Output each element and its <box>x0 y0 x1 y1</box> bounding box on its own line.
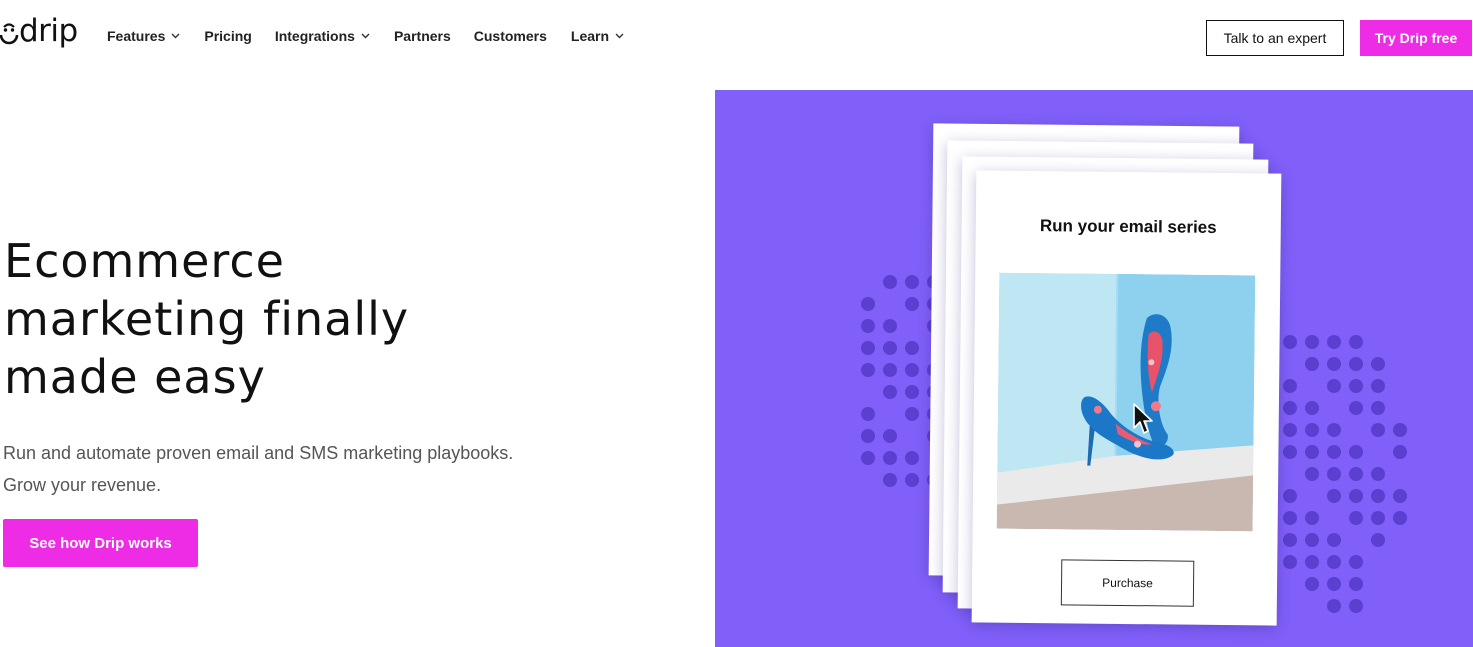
high-heel-shoes-image <box>996 272 1256 532</box>
try-drip-free-button[interactable]: Try Drip free <box>1360 20 1472 56</box>
nav-pricing-label: Pricing <box>204 28 252 44</box>
purchase-button[interactable]: Purchase <box>1060 559 1195 607</box>
nav-customers-label: Customers <box>473 28 547 44</box>
nav-partners-label: Partners <box>393 28 451 44</box>
hero-subtitle-line-2: Grow your revenue. <box>3 475 162 495</box>
nav-pricing[interactable]: Pricing <box>204 28 251 44</box>
hero-heading-line-1: Ecommerce <box>4 234 285 288</box>
see-how-drip-works-button[interactable]: See how Drip works <box>3 519 198 567</box>
mouse-pointer-icon <box>1133 403 1153 434</box>
hero-heading-line-3: made easy <box>4 350 266 404</box>
hero-heading: Ecommerce marketing finally made easy <box>4 232 564 406</box>
nav-integrations-label: Integrations <box>274 28 355 44</box>
chevron-down-icon <box>361 33 370 39</box>
hero-heading-line-2: marketing finally <box>4 292 410 346</box>
nav-learn-label: Learn <box>570 28 610 44</box>
email-card: Run your email series Purchase <box>971 170 1282 626</box>
nav-features-label: Features <box>107 28 166 44</box>
chevron-down-icon <box>171 33 180 39</box>
hero-illustration: Run your email series Purchase <box>715 90 1473 647</box>
nav-partners[interactable]: Partners <box>394 28 451 44</box>
top-navigation: drip Features Pricing Integrations Partn… <box>0 0 1473 76</box>
hero-subtitle: Run and automate proven email and SMS ma… <box>3 437 603 501</box>
hero-subtitle-line-1: Run and automate proven email and SMS ma… <box>3 443 514 463</box>
nav-learn[interactable]: Learn <box>571 28 624 44</box>
nav-customers[interactable]: Customers <box>474 28 547 44</box>
main-menu: Features Pricing Integrations Partners C… <box>107 28 624 44</box>
talk-to-expert-button[interactable]: Talk to an expert <box>1206 20 1344 56</box>
chevron-down-icon <box>615 33 624 39</box>
drip-logo[interactable]: drip <box>0 13 78 49</box>
nav-integrations[interactable]: Integrations <box>275 28 370 44</box>
nav-features[interactable]: Features <box>107 28 180 44</box>
drip-logo-icon <box>0 23 19 45</box>
email-card-title: Run your email series <box>1039 216 1217 237</box>
logo-wordmark: drip <box>19 13 78 49</box>
